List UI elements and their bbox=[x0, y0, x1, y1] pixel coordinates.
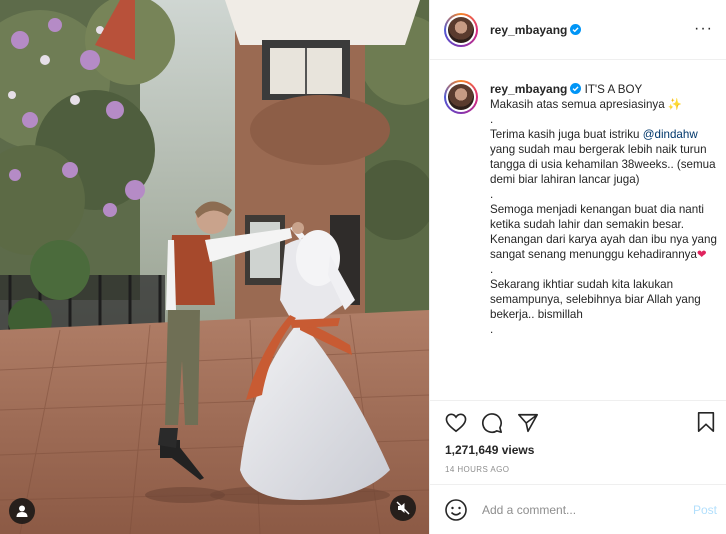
comment-icon[interactable] bbox=[480, 411, 504, 435]
view-count[interactable]: 1,271,649 views bbox=[445, 443, 534, 457]
paper-plane-icon[interactable] bbox=[516, 411, 540, 435]
caption-para1-b: yang sudah mau bergerak lebih naik turun… bbox=[490, 143, 716, 186]
caption-line2: Makasih atas semua apresiasinya bbox=[490, 98, 665, 111]
sparkles-emoji: ✨ bbox=[667, 98, 683, 111]
muted-speaker-icon[interactable] bbox=[390, 495, 416, 521]
bookmark-icon[interactable] bbox=[695, 411, 719, 435]
post-actions: 1,271,649 views 14 HOURS AGO bbox=[430, 400, 726, 484]
post-photo bbox=[0, 0, 429, 534]
post-timestamp[interactable]: 14 HOURS AGO bbox=[445, 465, 509, 474]
caption-dot: . bbox=[490, 323, 494, 336]
emoji-icon[interactable] bbox=[444, 498, 468, 522]
more-options-icon[interactable]: ··· bbox=[694, 21, 713, 37]
caption-username[interactable]: rey_mbayang bbox=[490, 82, 567, 96]
caption-dot: . bbox=[490, 113, 494, 126]
mention-link[interactable]: @dindahw bbox=[643, 128, 698, 141]
caption-para1-a: Terima kasih juga buat istriku bbox=[490, 128, 640, 141]
verified-badge-icon bbox=[570, 24, 582, 35]
user-tag-icon[interactable] bbox=[9, 498, 35, 524]
caption-para2: Semoga menjadi kenangan buat dia nanti k… bbox=[490, 203, 717, 261]
post-comment-button[interactable]: Post bbox=[693, 503, 717, 517]
post-header: rey_mbayang ··· bbox=[430, 0, 726, 60]
caption-line1: IT'S A BOY bbox=[584, 83, 643, 96]
post-media[interactable] bbox=[0, 0, 429, 534]
header-username[interactable]: rey_mbayang bbox=[490, 23, 567, 37]
avatar[interactable] bbox=[444, 12, 478, 47]
comment-input[interactable] bbox=[482, 502, 672, 517]
red-heart-emoji: ❤ bbox=[696, 248, 707, 261]
caption-dot: . bbox=[490, 263, 494, 276]
post-details-panel: rey_mbayang ··· rey_mbayang IT'S A BOY M… bbox=[429, 0, 726, 534]
caption-area: rey_mbayang IT'S A BOY Makasih atas semu… bbox=[430, 60, 726, 400]
comment-bar: Post bbox=[430, 484, 726, 534]
caption-text: rey_mbayang IT'S A BOY Makasih atas semu… bbox=[490, 82, 722, 337]
caption-avatar[interactable] bbox=[444, 80, 478, 114]
caption-para3: Sekarang ikhtiar sudah kita lakukan sema… bbox=[490, 278, 701, 321]
heart-icon[interactable] bbox=[444, 411, 468, 435]
verified-badge-icon bbox=[570, 83, 582, 94]
caption-dot: . bbox=[490, 188, 494, 201]
